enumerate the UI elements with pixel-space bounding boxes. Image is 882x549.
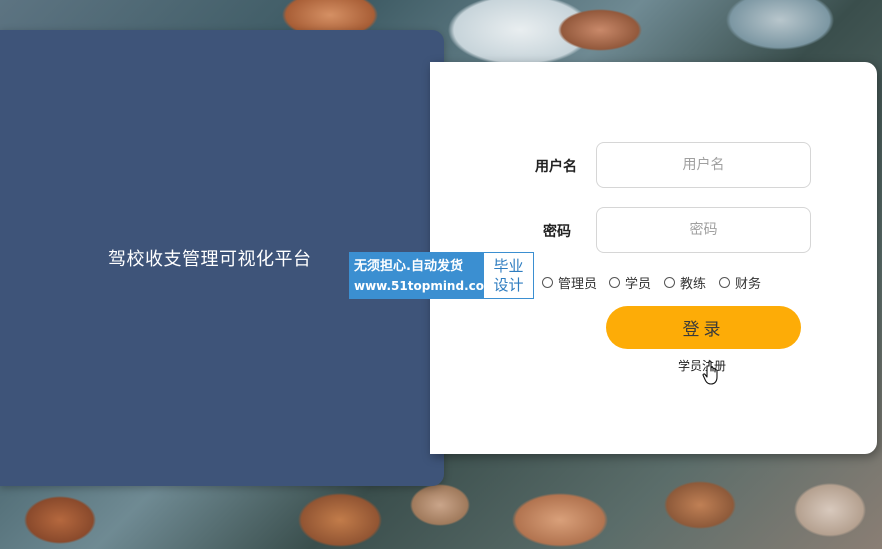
username-label: 用户名 bbox=[535, 159, 577, 175]
watermark-side-bottom: 设计 bbox=[493, 275, 524, 294]
watermark-url: www.51topmind.com bbox=[354, 278, 497, 293]
role-label-admin: 管理员 bbox=[558, 277, 598, 292]
role-label-coach: 教练 bbox=[680, 277, 707, 292]
hand-pointer-icon bbox=[702, 360, 718, 385]
username-input[interactable] bbox=[596, 142, 811, 188]
role-label-student: 学员 bbox=[625, 277, 652, 292]
watermark-side: 毕业 设计 bbox=[484, 253, 533, 298]
role-option-student[interactable]: 学员 bbox=[609, 273, 651, 292]
watermark-main: 无须担心.自动发货 www.51topmind.com bbox=[350, 253, 497, 298]
radio-admin[interactable] bbox=[542, 277, 553, 288]
login-button[interactable]: 登录 bbox=[606, 306, 801, 349]
radio-student[interactable] bbox=[609, 277, 620, 288]
radio-finance[interactable] bbox=[719, 277, 730, 288]
watermark-side-top: 毕业 bbox=[493, 256, 524, 275]
platform-title: 驾校收支管理可视化平台 bbox=[108, 249, 312, 270]
radio-coach[interactable] bbox=[664, 277, 675, 288]
role-option-admin[interactable]: 管理员 bbox=[542, 273, 597, 292]
watermark-slogan: 无须担心.自动发货 bbox=[354, 258, 463, 274]
role-option-finance[interactable]: 财务 bbox=[719, 273, 761, 292]
password-label: 密码 bbox=[543, 224, 571, 240]
role-label-finance: 财务 bbox=[735, 277, 762, 292]
role-option-coach[interactable]: 教练 bbox=[664, 273, 706, 292]
password-input[interactable] bbox=[596, 207, 811, 253]
watermark-badge: 无须担心.自动发货 www.51topmind.com 毕业 设计 bbox=[349, 252, 534, 299]
